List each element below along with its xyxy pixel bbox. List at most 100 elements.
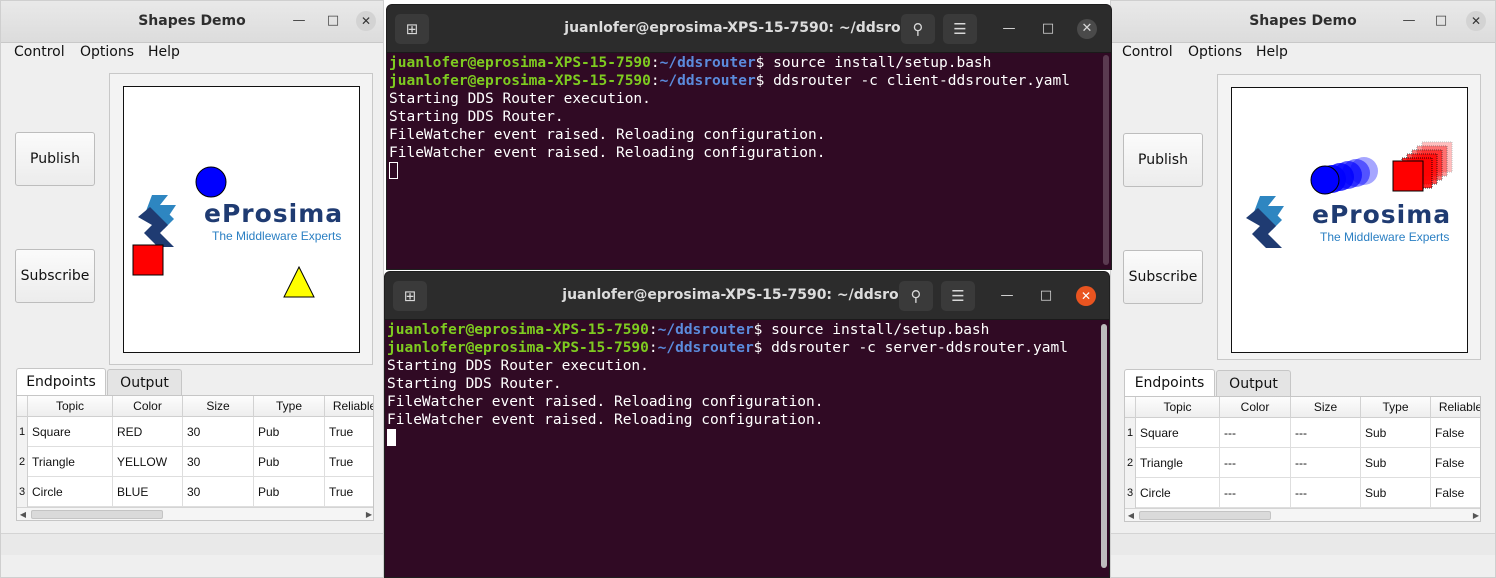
text-cursor	[389, 162, 398, 179]
column-header-topic[interactable]: Topic	[28, 396, 113, 417]
horizontal-scrollbar[interactable]: ◀ ▶	[1125, 508, 1480, 521]
maximize-icon[interactable]: □	[1038, 19, 1058, 39]
minimize-icon[interactable]: —	[997, 286, 1017, 306]
terminal-output-line: Starting DDS Router execution.	[389, 91, 651, 107]
close-icon[interactable]: ✕	[356, 11, 376, 31]
vertical-scrollbar[interactable]	[1103, 53, 1109, 269]
menu-bar: Control Options Help	[1, 43, 383, 63]
table-row[interactable]: 1 Square --- --- Sub False	[1125, 418, 1480, 448]
cell-size: 30	[183, 477, 254, 507]
vertical-scrollbar[interactable]	[1101, 320, 1107, 577]
cell-color: ---	[1220, 478, 1291, 508]
column-header-size[interactable]: Size	[183, 396, 254, 417]
scrollbar-thumb[interactable]	[31, 510, 163, 519]
column-header-type[interactable]: Type	[254, 396, 325, 417]
prompt-path: ~/ddsrouter	[657, 340, 754, 356]
column-header-topic[interactable]: Topic	[1136, 397, 1220, 418]
logo-brand: eProsima	[204, 199, 344, 228]
tab-output[interactable]: Output	[1216, 370, 1291, 397]
table-row[interactable]: 3 Circle BLUE 30 Pub True	[17, 477, 373, 507]
terminal-line: juanlofer@eprosima-XPS-15-7590:~/ddsrout…	[387, 340, 1068, 356]
cell-reliable: False	[1431, 448, 1480, 478]
column-header-reliable[interactable]: Reliable	[1431, 397, 1480, 418]
close-icon[interactable]: ✕	[1077, 19, 1097, 39]
terminal-output[interactable]: juanlofer@eprosima-XPS-15-7590:~/ddsrout…	[389, 54, 1099, 180]
endpoints-table: Topic Color Size Type Reliable 1 Square …	[16, 395, 374, 521]
shapes-demo-window-right: Shapes Demo — □ ✕ Control Options Help P…	[1110, 0, 1496, 578]
cell-size: 30	[183, 417, 254, 447]
subscribe-button[interactable]: Subscribe	[1123, 250, 1203, 304]
minimize-icon[interactable]: —	[289, 11, 309, 31]
menu-help[interactable]: Help	[148, 44, 180, 60]
column-header-size[interactable]: Size	[1291, 397, 1361, 418]
terminal-window-top[interactable]: ⊞ juanlofer@eprosima-XPS-15-7590: ~/ddsr…	[386, 4, 1112, 270]
column-header-color[interactable]: Color	[113, 396, 183, 417]
menu-options[interactable]: Options	[1188, 44, 1242, 60]
table-row[interactable]: 1 Square RED 30 Pub True	[17, 417, 373, 447]
subscribe-button[interactable]: Subscribe	[15, 249, 95, 303]
title-bar[interactable]: Shapes Demo — □ ✕	[1111, 1, 1495, 43]
menu-options[interactable]: Options	[80, 44, 134, 60]
row-number: 2	[17, 447, 28, 477]
maximize-icon[interactable]: □	[1036, 286, 1056, 306]
tab-endpoints[interactable]: Endpoints	[16, 368, 106, 395]
maximize-icon[interactable]: □	[1431, 11, 1451, 31]
title-bar[interactable]: Shapes Demo — □ ✕	[1, 1, 383, 43]
text-cursor	[387, 429, 396, 446]
terminal-title-bar[interactable]: ⊞ juanlofer@eprosima-XPS-15-7590: ~/ddsr…	[385, 272, 1109, 320]
menu-control[interactable]: Control	[14, 44, 65, 60]
command-text: source install/setup.bash	[771, 322, 990, 338]
status-bar	[1, 533, 383, 555]
column-header-color[interactable]: Color	[1220, 397, 1291, 418]
maximize-icon[interactable]: □	[323, 11, 343, 31]
row-number: 2	[1125, 448, 1136, 478]
minimize-icon[interactable]: —	[999, 19, 1019, 39]
tab-endpoints[interactable]: Endpoints	[1124, 369, 1215, 396]
scrollbar-thumb[interactable]	[1139, 511, 1271, 520]
terminal-title-bar[interactable]: ⊞ juanlofer@eprosima-XPS-15-7590: ~/ddsr…	[387, 5, 1111, 53]
menu-help[interactable]: Help	[1256, 44, 1288, 60]
terminal-window-bottom[interactable]: ⊞ juanlofer@eprosima-XPS-15-7590: ~/ddsr…	[384, 271, 1110, 578]
tab-output[interactable]: Output	[107, 369, 182, 396]
table-row[interactable]: 2 Triangle --- --- Sub False	[1125, 448, 1480, 478]
close-icon[interactable]: ✕	[1076, 286, 1096, 306]
menu-control[interactable]: Control	[1122, 44, 1173, 60]
column-header-reliable[interactable]: Reliable	[325, 396, 373, 417]
cell-topic: Square	[1136, 418, 1220, 448]
search-icon[interactable]: ⚲	[901, 14, 935, 44]
terminal-output[interactable]: juanlofer@eprosima-XPS-15-7590:~/ddsrout…	[387, 321, 1097, 447]
prompt-user: juanlofer@eprosima-XPS-15-7590	[389, 73, 651, 89]
logo-brand: eProsima	[1312, 200, 1452, 229]
scrollbar-thumb[interactable]	[1101, 324, 1107, 568]
close-icon[interactable]: ✕	[1466, 11, 1486, 31]
table-row[interactable]: 2 Triangle YELLOW 30 Pub True	[17, 447, 373, 477]
publish-button[interactable]: Publish	[1123, 133, 1203, 187]
terminal-output-line: FileWatcher event raised. Reloading conf…	[387, 394, 824, 410]
table-row[interactable]: 3 Circle --- --- Sub False	[1125, 478, 1480, 508]
column-header-type[interactable]: Type	[1361, 397, 1431, 418]
cell-color: YELLOW	[113, 447, 183, 477]
cell-topic: Triangle	[1136, 448, 1220, 478]
yellow-triangle-shape	[283, 265, 315, 298]
hamburger-menu-icon[interactable]: ☰	[941, 281, 975, 311]
cell-type: Pub	[254, 477, 325, 507]
scroll-left-icon[interactable]: ◀	[17, 508, 29, 520]
prompt-path: ~/ddsrouter	[659, 73, 756, 89]
hamburger-menu-icon[interactable]: ☰	[943, 14, 977, 44]
cell-color: RED	[113, 417, 183, 447]
minimize-icon[interactable]: —	[1399, 11, 1419, 31]
search-icon[interactable]: ⚲	[899, 281, 933, 311]
horizontal-scrollbar[interactable]: ◀ ▶	[17, 507, 373, 520]
shapes-canvas[interactable]: eProsima The Middleware Experts	[1231, 87, 1468, 353]
cell-color: BLUE	[113, 477, 183, 507]
command-text: ddsrouter -c client-ddsrouter.yaml	[773, 73, 1070, 89]
scroll-left-icon[interactable]: ◀	[1125, 509, 1137, 521]
publish-button[interactable]: Publish	[15, 132, 95, 186]
scroll-right-icon[interactable]: ▶	[1470, 509, 1480, 521]
header-corner	[1125, 397, 1136, 418]
shapes-canvas[interactable]: eProsima The Middleware Experts	[123, 86, 360, 353]
scrollbar-thumb[interactable]	[1103, 55, 1109, 265]
terminal-line	[389, 162, 1099, 180]
scroll-right-icon[interactable]: ▶	[363, 508, 373, 520]
cell-size: ---	[1291, 478, 1361, 508]
